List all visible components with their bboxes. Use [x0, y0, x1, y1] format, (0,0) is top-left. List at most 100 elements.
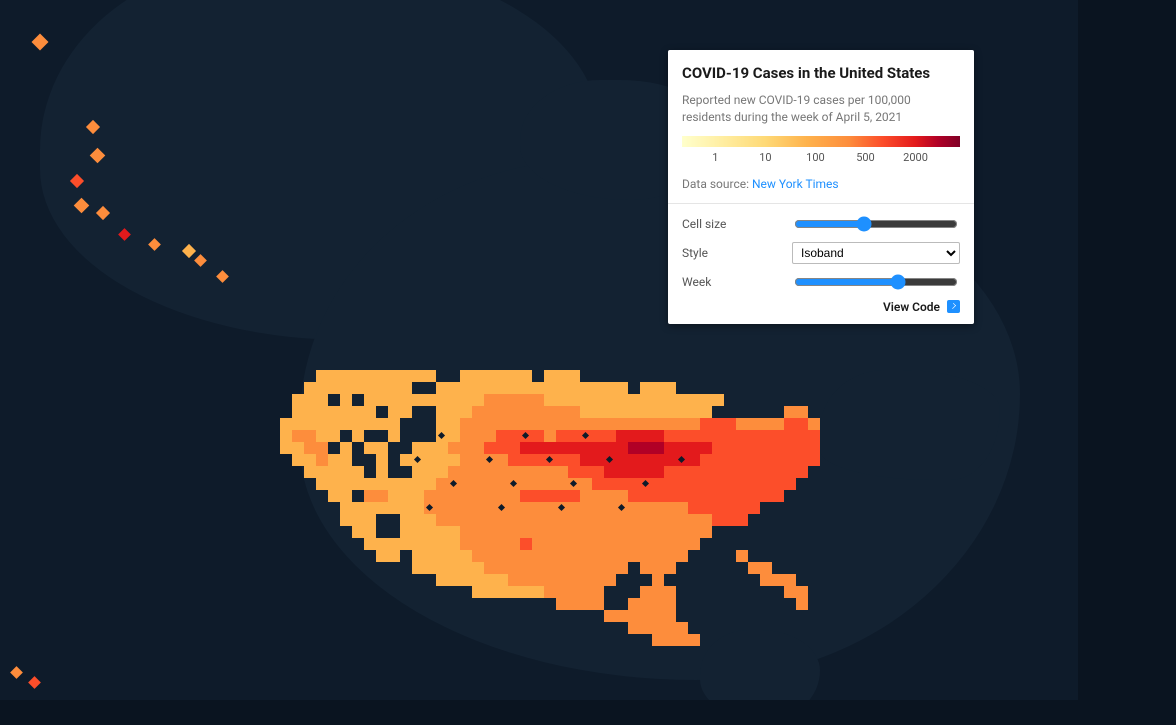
grid-cell [784, 586, 796, 598]
grid-cell [556, 550, 568, 562]
grid-cell [400, 478, 412, 490]
grid-cell [484, 502, 496, 514]
grid-cell [760, 454, 772, 466]
grid-cell [388, 442, 400, 454]
grid-cell [664, 394, 676, 406]
grid-cell [544, 526, 556, 538]
map-viewport[interactable]: COVID-19 Cases in the United States Repo… [0, 0, 1078, 700]
grid-cell [460, 430, 472, 442]
grid-cell [724, 454, 736, 466]
grid-cell [484, 406, 496, 418]
grid-cell [604, 502, 616, 514]
grid-cell [496, 574, 508, 586]
grid-cell [796, 550, 808, 562]
grid-cell [736, 442, 748, 454]
grid-cell [796, 394, 808, 406]
grid-cell [352, 394, 364, 406]
grid-cell [580, 622, 592, 634]
grid-cell [400, 550, 412, 562]
grid-cell [664, 514, 676, 526]
grid-cell [424, 550, 436, 562]
grid-cell [472, 538, 484, 550]
grid-cell [352, 370, 364, 382]
week-slider[interactable] [794, 274, 958, 290]
grid-cell [340, 418, 352, 430]
grid-cell [412, 370, 424, 382]
grid-cell [508, 430, 520, 442]
grid-cell [628, 550, 640, 562]
grid-cell [496, 562, 508, 574]
grid-cell [340, 562, 352, 574]
grid-cell [580, 370, 592, 382]
grid-cell [724, 394, 736, 406]
grid-cell [544, 514, 556, 526]
style-select[interactable]: Isoband [792, 242, 960, 264]
grid-cell [676, 514, 688, 526]
grid-cell [592, 454, 604, 466]
grid-cell [496, 490, 508, 502]
grid-cell [784, 454, 796, 466]
grid-cell [592, 394, 604, 406]
grid-cell [604, 418, 616, 430]
grid-cell [340, 430, 352, 442]
grid-cell [376, 430, 388, 442]
grid-cell [700, 430, 712, 442]
grid-cell [388, 454, 400, 466]
grid-cell [664, 430, 676, 442]
grid-cell [640, 550, 652, 562]
grid-cell [280, 478, 292, 490]
grid-cell [664, 598, 676, 610]
grid-cell [544, 370, 556, 382]
grid-cell [772, 406, 784, 418]
grid-cell [676, 586, 688, 598]
grid-cell [556, 382, 568, 394]
view-code-link[interactable]: View Code [682, 300, 960, 314]
grid-cell [484, 514, 496, 526]
grid-cell [676, 406, 688, 418]
grid-cell [760, 418, 772, 430]
grid-cell [388, 490, 400, 502]
view-code-label: View Code [883, 300, 940, 314]
grid-cell [304, 478, 316, 490]
legend-color-bar [682, 136, 960, 147]
grid-cell [808, 538, 820, 550]
grid-cell [772, 622, 784, 634]
data-source-link[interactable]: New York Times [752, 177, 839, 191]
grid-cell [748, 550, 760, 562]
grid-cell [772, 514, 784, 526]
grid-cell [328, 370, 340, 382]
grid-cell [484, 550, 496, 562]
grid-cell [676, 538, 688, 550]
grid-cell [736, 526, 748, 538]
grid-cell [364, 622, 376, 634]
grid-cell [640, 574, 652, 586]
grid-cell [592, 550, 604, 562]
grid-cell [616, 382, 628, 394]
grid-cell [424, 442, 436, 454]
grid-cell [328, 490, 340, 502]
grid-cell [328, 382, 340, 394]
grid-cell [340, 370, 352, 382]
grid-cell [760, 442, 772, 454]
grid-cell [316, 454, 328, 466]
grid-cell [712, 430, 724, 442]
grid-cell [292, 562, 304, 574]
grid-cell [424, 622, 436, 634]
grid-cell [316, 442, 328, 454]
grid-cell [748, 466, 760, 478]
cell-size-slider[interactable] [794, 216, 958, 232]
grid-cell [436, 622, 448, 634]
grid-cell [604, 478, 616, 490]
grid-cell [400, 370, 412, 382]
grid-cell [688, 634, 700, 646]
grid-cell [724, 574, 736, 586]
grid-cell [544, 622, 556, 634]
grid-cell [652, 598, 664, 610]
grid-cell [460, 574, 472, 586]
grid-cell [532, 466, 544, 478]
grid-cell [316, 490, 328, 502]
grid-cell [748, 502, 760, 514]
grid-cell [292, 466, 304, 478]
grid-cell [616, 466, 628, 478]
grid-cell [640, 610, 652, 622]
